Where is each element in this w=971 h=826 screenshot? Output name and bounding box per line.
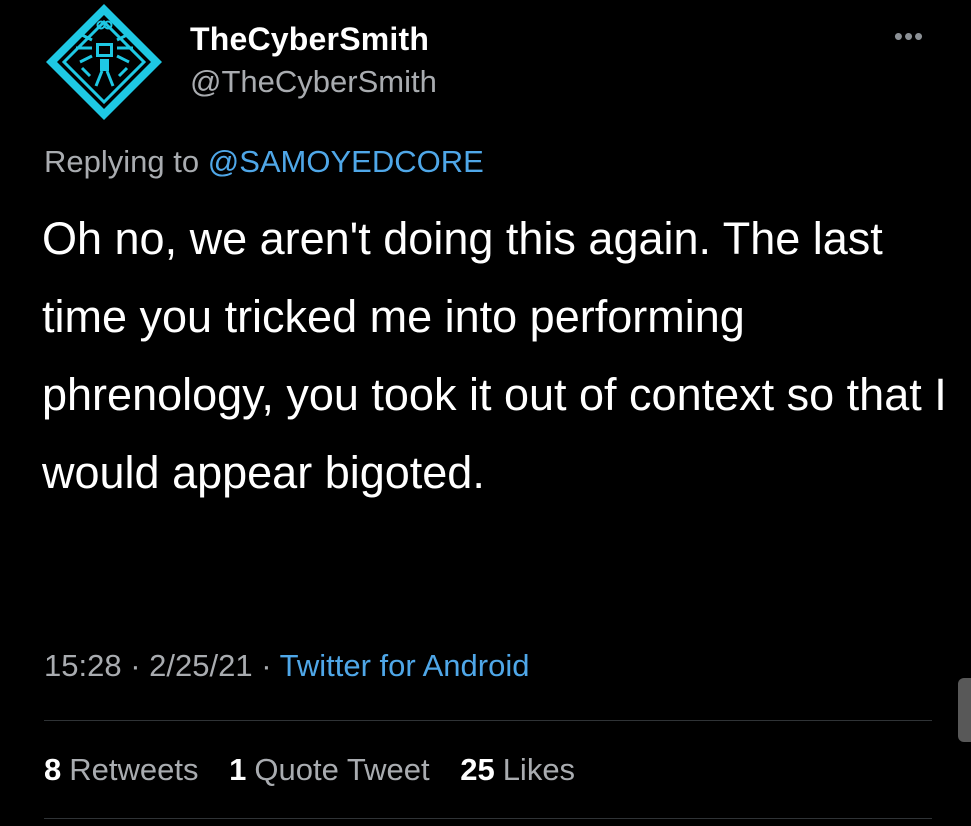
tweet-stats: 8 Retweets 1 Quote Tweet 25 Likes <box>44 748 597 792</box>
divider <box>44 818 932 819</box>
tweet-date[interactable]: 2/25/21 <box>149 648 252 683</box>
quote-tweets-stat[interactable]: 1 Quote Tweet <box>229 752 429 787</box>
meta-separator: · <box>130 648 141 683</box>
author-display-name[interactable]: TheCyberSmith <box>190 20 437 58</box>
scrollbar-thumb[interactable] <box>958 678 971 742</box>
replying-to-line: Replying to @SAMOYEDCORE <box>44 140 484 184</box>
quote-tweets-label: Quote Tweet <box>254 752 430 787</box>
meta-separator: · <box>261 648 272 683</box>
more-horizontal-icon[interactable]: ••• <box>886 23 932 49</box>
retweets-stat[interactable]: 8 Retweets <box>44 752 198 787</box>
tweet-source-link[interactable]: Twitter for Android <box>280 648 530 683</box>
likes-stat[interactable]: 25 Likes <box>460 752 575 787</box>
retweets-count: 8 <box>44 752 62 787</box>
tweet-time[interactable]: 15:28 <box>44 648 122 683</box>
author-handle[interactable]: @TheCyberSmith <box>190 62 437 102</box>
replying-to-label: Replying to <box>44 144 208 179</box>
retweets-label: Retweets <box>69 752 199 787</box>
divider <box>44 720 932 721</box>
likes-count: 25 <box>460 752 495 787</box>
avatar[interactable] <box>40 0 168 124</box>
tweet-text: Oh no, we aren't doing this again. The l… <box>42 213 947 498</box>
author-block[interactable]: TheCyberSmith @TheCyberSmith <box>190 20 437 102</box>
likes-label: Likes <box>502 752 576 787</box>
reply-mention-link[interactable]: @SAMOYEDCORE <box>208 144 484 179</box>
tweet-meta: 15:28 · 2/25/21 · Twitter for Android <box>44 644 529 688</box>
robot-diamond-logo-icon <box>46 4 162 120</box>
tweet-detail: TheCyberSmith @TheCyberSmith ••• Replyin… <box>0 0 971 826</box>
quote-tweets-count: 1 <box>229 752 247 787</box>
